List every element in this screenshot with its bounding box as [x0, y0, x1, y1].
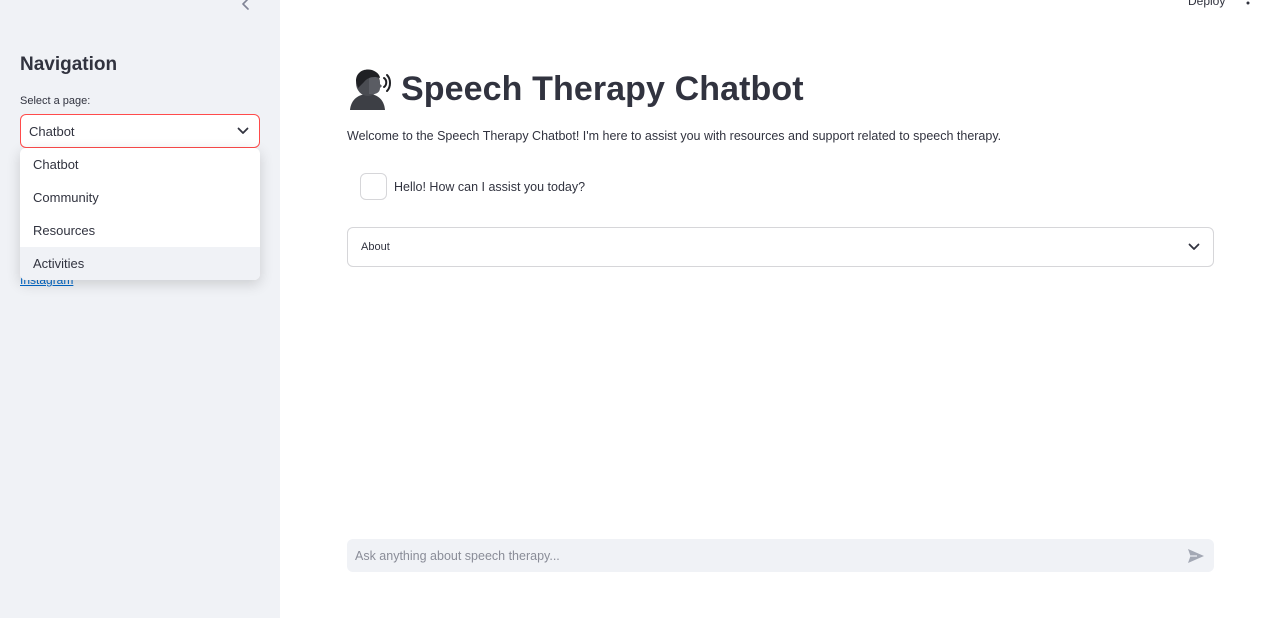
page-select-dropdown: Chatbot Community Resources Activities — [20, 148, 260, 280]
page-select[interactable]: Chatbot — [20, 114, 260, 148]
page-select-value: Chatbot — [29, 123, 75, 139]
send-icon[interactable] — [1186, 546, 1206, 566]
welcome-text: Welcome to the Speech Therapy Chatbot! I… — [347, 129, 1002, 143]
chevron-down-icon — [1188, 238, 1200, 256]
sidebar-title: Navigation — [20, 54, 118, 75]
speaking-head-emoji-icon — [350, 69, 391, 110]
assistant-message-text: Hello! How can I assist you today? — [394, 179, 586, 194]
chat-input-container — [347, 539, 1214, 572]
chevron-down-icon — [235, 123, 251, 139]
dropdown-option-resources[interactable]: Resources — [20, 214, 260, 247]
sidebar: Navigation Select a page: Chatbot Instag… — [0, 0, 280, 618]
chevron-left-icon — [242, 0, 249, 10]
collapse-sidebar-button[interactable] — [236, 0, 256, 14]
chat-input[interactable] — [355, 548, 1186, 563]
title-row: Speech Therapy Chatbot — [347, 66, 804, 112]
assistant-avatar — [360, 173, 387, 200]
dropdown-option-community[interactable]: Community — [20, 181, 260, 214]
assistant-message: Hello! How can I assist you today? — [360, 173, 585, 200]
dropdown-option-activities[interactable]: Activities — [20, 247, 260, 280]
about-expander[interactable]: About — [347, 227, 1214, 267]
page-title: Speech Therapy Chatbot — [401, 69, 804, 108]
select-page-label: Select a page: — [20, 95, 91, 107]
main-content: Speech Therapy Chatbot Welcome to the Sp… — [280, 0, 1280, 618]
dropdown-option-chatbot[interactable]: Chatbot — [20, 148, 260, 181]
about-expander-label: About — [361, 241, 390, 253]
